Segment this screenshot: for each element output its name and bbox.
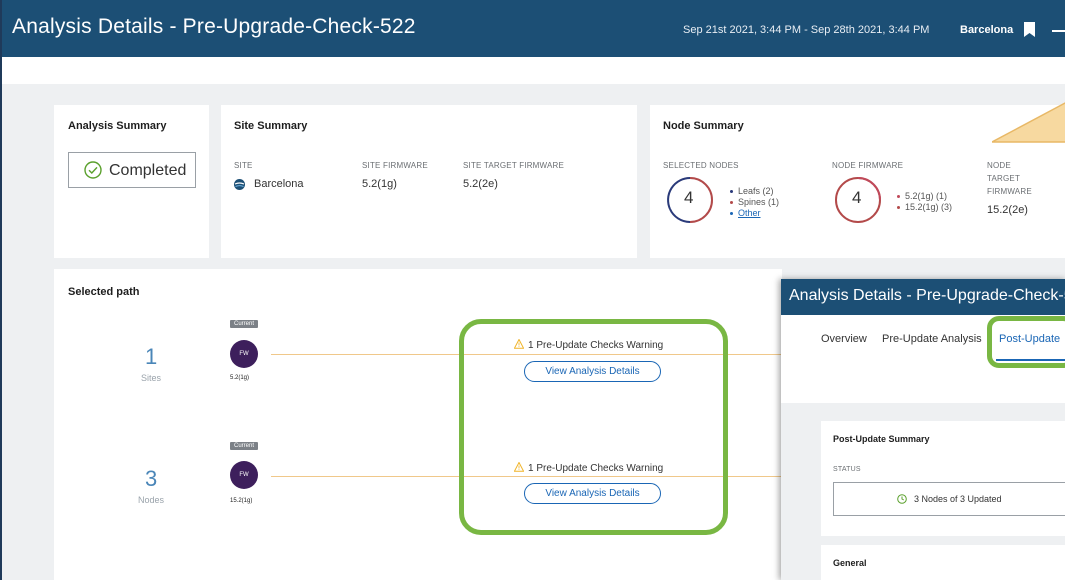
status-label: STATUS: [833, 466, 861, 473]
selected-nodes-legend: Leafs (2) Spines (1) Other: [730, 186, 779, 219]
version-nodes: 15.2(1g): [230, 498, 253, 504]
current-tag-nodes: Current: [230, 442, 259, 450]
node-summary-card: Node Summary SELECTED NODES 4 Leafs (2) …: [650, 102, 1065, 258]
site-label: SITE: [234, 161, 253, 170]
status-text: Completed: [109, 162, 187, 179]
selected-path-card: Selected path Current FW 5.2(1g) 1 Sites…: [54, 269, 782, 580]
count-sites: 1: [145, 344, 158, 369]
overlay-tabs: Overview Pre-Update Analysis Post-Update: [781, 315, 1065, 403]
post-update-status-box: 3 Nodes of 3 Updated: [833, 482, 1065, 516]
site-value[interactable]: Barcelona: [254, 178, 304, 190]
node-summary-title: Node Summary: [663, 120, 744, 132]
callout-pointer: [992, 102, 1065, 143]
node-firmware-label: NODE FIRMWARE: [832, 161, 904, 170]
post-update-summary-card: Post-Update Summary STATUS 3 Nodes of 3 …: [821, 421, 1065, 536]
legend-item-other[interactable]: Other: [730, 208, 779, 219]
site-summary-title: Site Summary: [234, 120, 308, 132]
general-card: General: [821, 545, 1065, 580]
selected-nodes-count: 4: [684, 188, 694, 207]
node-target-label-1: NODE: [987, 161, 1011, 170]
check-circle-icon: [84, 161, 102, 179]
site-firmware-label: SITE FIRMWARE: [362, 161, 428, 170]
selected-path-title: Selected path: [68, 286, 140, 298]
post-update-tab-highlight: [987, 316, 1065, 368]
site-firmware-value: 5.2(1g): [362, 178, 397, 190]
node-target-label-3: FIRMWARE: [987, 187, 1032, 196]
toolbar-strip: [2, 57, 1065, 84]
tab-pre-update-analysis[interactable]: Pre-Update Analysis: [882, 333, 986, 345]
legend-item-spines: Spines (1): [730, 197, 779, 208]
node-firmware-count: 4: [852, 188, 862, 207]
fw-node-nodes[interactable]: FW: [230, 461, 258, 489]
warnings-highlight: [459, 319, 728, 535]
overlay-header: Analysis Details - Pre-Upgrade-Check-522: [781, 279, 1065, 315]
date-range[interactable]: Sep 21st 2021, 3:44 PM - Sep 28th 2021, …: [683, 24, 929, 36]
site-target-value: 5.2(2e): [463, 178, 498, 190]
app-window: Analysis Details - Pre-Upgrade-Check-522…: [0, 0, 1065, 580]
node-firmware-legend: 5.2(1g) (1) 15.2(1g) (3): [897, 191, 952, 213]
minimize-icon[interactable]: [1052, 30, 1065, 32]
overlay-title: Analysis Details - Pre-Upgrade-Check-522: [789, 287, 1065, 304]
fw-node-sites[interactable]: FW: [230, 340, 258, 368]
post-update-status-value: 3 Nodes of 3 Updated: [914, 494, 1002, 504]
site-globe-icon: [234, 179, 245, 190]
count-nodes: 3: [145, 466, 158, 491]
legend-item-fw-2: 15.2(1g) (3): [897, 202, 952, 213]
main-content: Analysis Summary Completed Site Summary …: [2, 57, 1065, 580]
status-completed-badge: Completed: [68, 152, 196, 188]
label-nodes: Nodes: [138, 495, 165, 505]
bookmark-icon[interactable]: [1024, 22, 1035, 37]
analysis-summary-title: Analysis Summary: [68, 120, 167, 132]
analysis-details-overlay: Analysis Details - Pre-Upgrade-Check-522…: [781, 279, 1065, 580]
page-title: Analysis Details - Pre-Upgrade-Check-522: [12, 15, 416, 38]
selected-nodes-label: SELECTED NODES: [663, 161, 739, 170]
site-selector[interactable]: Barcelona: [960, 24, 1013, 36]
post-update-summary-title: Post-Update Summary: [833, 434, 930, 444]
legend-item-leafs: Leafs (2): [730, 186, 779, 197]
site-target-label: SITE TARGET FIRMWARE: [463, 161, 565, 170]
header-bar: Analysis Details - Pre-Upgrade-Check-522…: [2, 0, 1065, 57]
site-summary-card: Site Summary SITE Barcelona SITE FIRMWAR…: [221, 105, 637, 258]
clock-icon: [897, 494, 907, 504]
node-target-label-2: TARGET: [987, 174, 1021, 183]
legend-item-fw-1: 5.2(1g) (1): [897, 191, 952, 202]
general-title: General: [833, 558, 867, 568]
current-tag-sites: Current: [230, 320, 259, 328]
analysis-summary-card: Analysis Summary Completed: [54, 105, 209, 258]
tab-overview[interactable]: Overview: [821, 333, 867, 345]
label-sites: Sites: [141, 373, 162, 383]
node-target-value: 15.2(2e): [987, 204, 1028, 216]
version-sites: 5.2(1g): [230, 375, 250, 381]
